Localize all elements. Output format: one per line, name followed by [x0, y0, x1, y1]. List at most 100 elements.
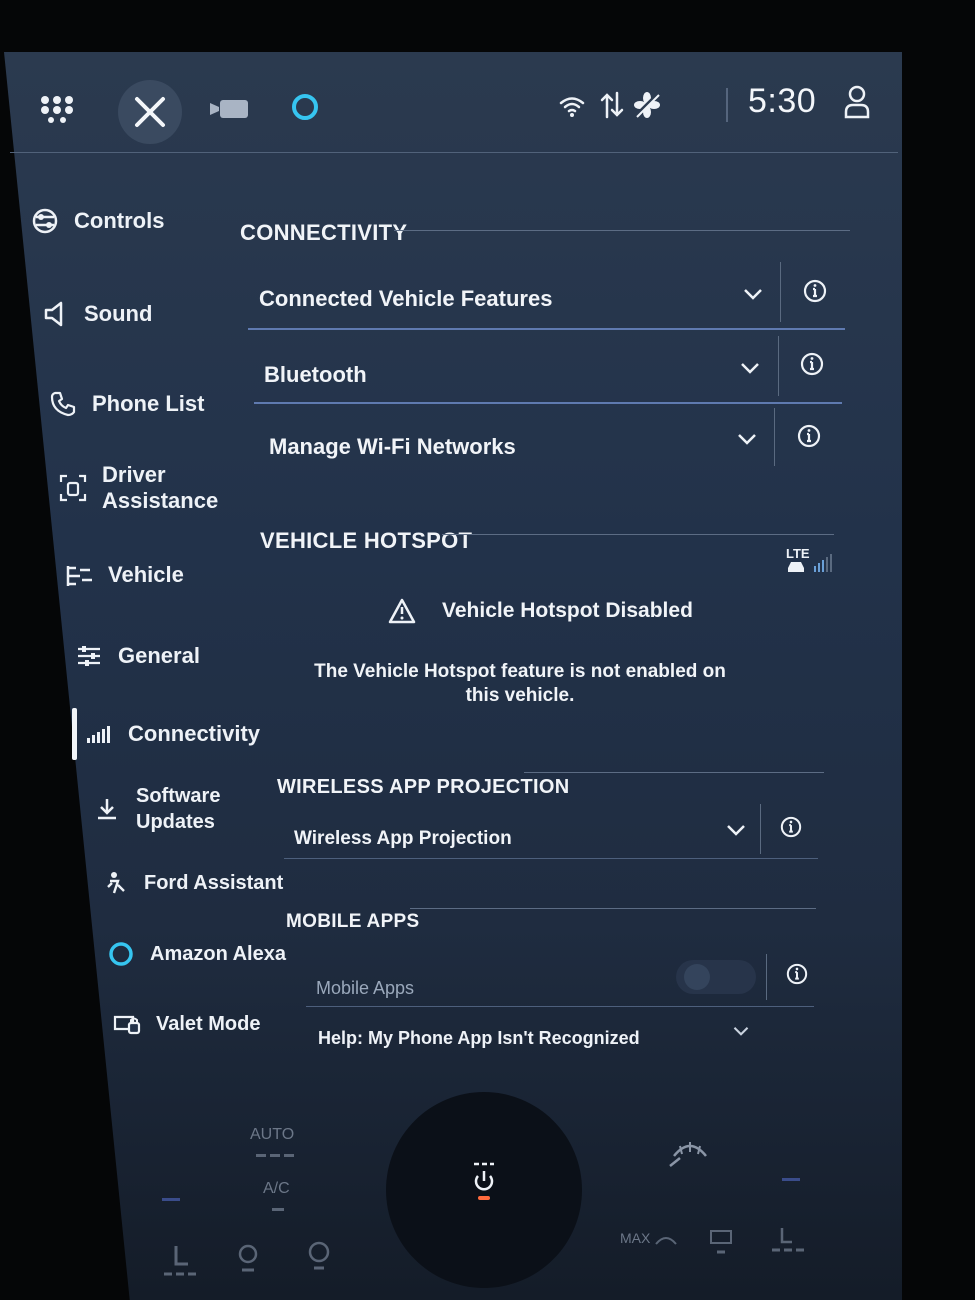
section-title-wireless-app-projection: WIRELESS APP PROJECTION	[277, 776, 570, 798]
heated-wheel-icon[interactable]	[236, 1244, 260, 1274]
row-help-phone-app[interactable]: Help: My Phone App Isn't Recognized	[318, 1028, 640, 1049]
sidebar-item-driver-assistance[interactable]: Driver Assistance	[58, 462, 238, 514]
sidebar-item-amazon-alexa[interactable]: Amazon Alexa	[106, 939, 286, 969]
info-icon[interactable]	[800, 352, 824, 376]
signal-bars-icon	[84, 719, 114, 749]
section-divider	[524, 772, 824, 773]
row-connected-vehicle-features[interactable]: Connected Vehicle Features	[259, 286, 552, 312]
row-bluetooth[interactable]: Bluetooth	[264, 362, 367, 388]
phone-icon	[48, 389, 78, 419]
sidebar-item-label: Ford Assistant	[144, 872, 284, 894]
fan-off-icon	[632, 90, 662, 120]
sidebar-item-label: Connectivity	[128, 721, 261, 746]
wifi-icon	[558, 92, 586, 120]
auto-indicator	[256, 1154, 294, 1157]
download-icon	[92, 794, 122, 824]
sidebar-item-label: Sound	[84, 301, 153, 326]
hotspot-message: The Vehicle Hotspot feature is not enabl…	[314, 661, 726, 706]
top-status-bar: 5:30	[10, 60, 898, 153]
row-separator	[780, 262, 781, 322]
passenger-seat-icon[interactable]	[768, 1226, 810, 1254]
vehicle-icon	[64, 560, 94, 590]
heated-seat-icon[interactable]	[160, 1242, 200, 1278]
driver-assist-icon	[58, 473, 88, 503]
sliders-icon	[74, 641, 104, 671]
right-temp-indicator	[782, 1178, 800, 1181]
row-manage-wifi-networks[interactable]: Manage Wi-Fi Networks	[269, 434, 516, 460]
max-defrost-button[interactable]: MAX	[620, 1230, 650, 1246]
toggle-knob	[684, 964, 710, 990]
section-title-connectivity: CONNECTIVITY	[240, 220, 408, 245]
row-divider	[248, 328, 845, 330]
info-icon[interactable]	[780, 816, 802, 838]
chevron-down-icon[interactable]	[732, 1024, 750, 1038]
speaker-icon	[40, 299, 70, 329]
camera-icon[interactable]	[208, 94, 252, 124]
auto-button[interactable]: AUTO	[250, 1126, 294, 1144]
lte-label: LTE	[786, 546, 810, 561]
ford-assistant-icon	[100, 868, 130, 898]
rear-defrost-icon[interactable]	[708, 1228, 734, 1256]
apps-grid-icon[interactable]	[40, 94, 76, 124]
sidebar-item-sound[interactable]: Sound	[40, 299, 152, 329]
info-icon[interactable]	[797, 424, 821, 448]
row-separator	[778, 336, 779, 396]
alexa-icon	[106, 939, 136, 969]
max-defrost-icon	[655, 1237, 677, 1245]
ac-button[interactable]: A/C	[263, 1180, 290, 1198]
row-divider	[254, 402, 842, 404]
section-divider	[410, 908, 816, 909]
power-icon[interactable]	[470, 1160, 498, 1202]
warning-text: Vehicle Hotspot Disabled	[442, 599, 693, 622]
left-temp-indicator	[162, 1198, 180, 1201]
row-wireless-app-projection[interactable]: Wireless App Projection	[294, 828, 512, 850]
sidebar-item-controls[interactable]: Controls	[30, 206, 164, 236]
data-transfer-icon	[598, 90, 626, 120]
sidebar-item-label: Controls	[74, 208, 165, 233]
fan-speed-icon[interactable]	[306, 1240, 332, 1272]
section-divider	[394, 230, 850, 231]
sidebar-item-label: Amazon Alexa	[150, 943, 286, 965]
section-divider	[442, 534, 834, 535]
close-button[interactable]	[118, 80, 182, 144]
clock: 5:30	[748, 82, 817, 120]
status-divider	[726, 88, 728, 122]
section-title-vehicle-hotspot: VEHICLE HOTSPOT	[260, 528, 473, 553]
warning-icon	[388, 598, 416, 624]
sidebar-item-label: Vehicle	[108, 562, 184, 587]
ac-indicator	[272, 1208, 284, 1211]
valet-icon	[112, 1009, 142, 1039]
chevron-down-icon[interactable]	[736, 431, 758, 447]
row-separator	[766, 954, 767, 1000]
mobile-apps-toggle[interactable]	[676, 960, 756, 994]
sidebar-item-connectivity[interactable]: Connectivity	[84, 719, 260, 749]
hotspot-warning: Vehicle Hotspot Disabled	[388, 598, 693, 624]
section-title-mobile-apps: MOBILE APPS	[286, 911, 420, 932]
controls-icon	[30, 206, 60, 236]
sidebar-item-software-updates[interactable]: Software Updates	[92, 783, 242, 835]
row-separator	[760, 804, 761, 854]
alexa-icon[interactable]	[290, 92, 320, 122]
sidebar-item-label: Software Updates	[136, 785, 221, 833]
close-icon	[135, 97, 165, 127]
lte-signal-icon: LTE	[786, 546, 832, 572]
sidebar-item-label: General	[118, 643, 200, 668]
row-divider	[284, 858, 818, 859]
chevron-down-icon[interactable]	[725, 822, 747, 838]
chevron-down-icon[interactable]	[739, 360, 761, 376]
sidebar-item-general[interactable]: General	[74, 641, 200, 671]
sidebar-item-label: Driver Assistance	[102, 462, 219, 513]
mobile-apps-label: Mobile Apps	[316, 978, 415, 998]
sidebar-item-valet-mode[interactable]: Valet Mode	[112, 1009, 260, 1039]
sidebar-item-vehicle[interactable]: Vehicle	[64, 560, 184, 590]
info-icon[interactable]	[803, 279, 827, 303]
defrost-icon[interactable]	[666, 1126, 714, 1170]
sidebar-item-phone-list[interactable]: Phone List	[48, 389, 204, 419]
info-icon[interactable]	[786, 963, 808, 985]
user-profile-icon[interactable]	[842, 84, 872, 120]
sidebar-item-ford-assistant[interactable]: Ford Assistant	[100, 868, 283, 898]
chevron-down-icon[interactable]	[742, 286, 764, 302]
row-divider	[306, 1006, 814, 1007]
sidebar-item-label: Phone List	[92, 391, 205, 416]
row-separator	[774, 408, 775, 466]
